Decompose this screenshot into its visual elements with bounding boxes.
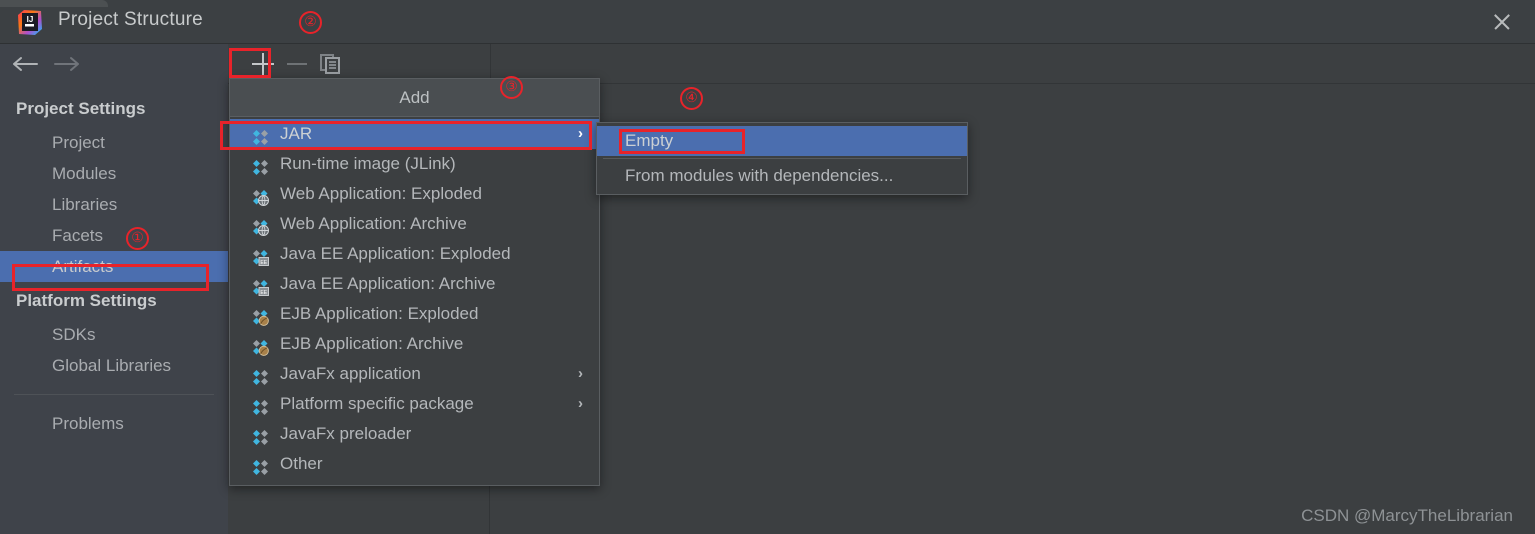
- settings-category-list: Project Settings Project Modules Librari…: [0, 90, 228, 439]
- toolbar-right-filler: [490, 44, 1535, 84]
- artifact-ejb-icon: [252, 336, 269, 356]
- chevron-right-icon: ›: [578, 365, 583, 382]
- submenu-item-empty[interactable]: Empty: [597, 126, 967, 156]
- settings-sidebar: Project Settings Project Modules Librari…: [0, 44, 228, 534]
- menu-item-label: Other: [280, 454, 323, 473]
- menu-item-java-ee-application-exploded[interactable]: EE Java EE Application: Exploded: [230, 239, 599, 269]
- artifact-jar-icon: [252, 396, 269, 415]
- project-structure-dialog: IJ Project Structure Project Settings Pr…: [0, 0, 1535, 534]
- artifact-web-icon: [252, 216, 269, 236]
- sidebar-group-platform-settings: Platform Settings: [16, 291, 157, 310]
- menu-item-web-application-archive[interactable]: Web Application: Archive: [230, 209, 599, 239]
- intellij-idea-logo: IJ: [16, 9, 43, 36]
- menu-item-web-application-exploded[interactable]: Web Application: Exploded: [230, 179, 599, 209]
- menu-item-ejb-application-exploded[interactable]: EJB Application: Exploded: [230, 299, 599, 329]
- minus-icon[interactable]: [284, 52, 310, 76]
- submenu-divider: [603, 158, 961, 159]
- menu-item-label: Run-time image (JLink): [280, 154, 456, 173]
- artifact-jar-icon: [252, 456, 269, 475]
- sidebar-item-project[interactable]: Project: [0, 127, 228, 158]
- artifact-jar-icon: [252, 126, 269, 145]
- menu-item-javafx-preloader[interactable]: JavaFx preloader: [230, 419, 599, 449]
- menu-item-platform-specific-package[interactable]: Platform specific package ›: [230, 389, 599, 419]
- svg-text:EE: EE: [260, 290, 267, 296]
- navigation-row: [0, 44, 228, 84]
- close-icon[interactable]: [1489, 9, 1515, 35]
- menu-item-javafx-application[interactable]: JavaFx application ›: [230, 359, 599, 389]
- artifact-jar-icon: [252, 426, 269, 445]
- add-artifact-menu: Add JAR › Run-time image (JLink) Web App…: [229, 78, 600, 486]
- arrow-right-icon[interactable]: [50, 53, 84, 75]
- menu-item-label: JavaFx preloader: [280, 424, 412, 443]
- menu-item-jar[interactable]: JAR ›: [230, 119, 599, 149]
- svg-text:EE: EE: [260, 260, 267, 266]
- sidebar-item-problems[interactable]: Problems: [0, 408, 228, 439]
- sidebar-item-libraries[interactable]: Libraries: [0, 189, 228, 220]
- add-menu-items: JAR › Run-time image (JLink) Web Applica…: [230, 117, 599, 485]
- artifact-jar-icon: [252, 366, 269, 385]
- svg-text:IJ: IJ: [27, 15, 34, 24]
- sidebar-item-sdks[interactable]: SDKs: [0, 319, 228, 350]
- plus-icon[interactable]: [250, 52, 276, 76]
- menu-item-label: JavaFx application: [280, 364, 421, 383]
- chevron-right-icon: ›: [578, 395, 583, 412]
- jar-submenu: Empty From modules with dependencies...: [596, 122, 968, 195]
- artifact-ejb-icon: [252, 306, 269, 326]
- submenu-item-from-modules-with-dependencies[interactable]: From modules with dependencies...: [597, 161, 967, 191]
- sidebar-group-project-settings: Project Settings: [16, 99, 146, 118]
- menu-item-label: Platform specific package: [280, 394, 474, 413]
- arrow-left-icon[interactable]: [10, 53, 44, 75]
- sidebar-item-modules[interactable]: Modules: [0, 158, 228, 189]
- sidebar-divider: [14, 394, 214, 395]
- copy-icon[interactable]: [318, 52, 344, 76]
- add-menu-title: Add: [230, 79, 599, 117]
- menu-item-ejb-application-archive[interactable]: EJB Application: Archive: [230, 329, 599, 359]
- menu-item-label: Web Application: Exploded: [280, 184, 482, 203]
- sidebar-item-artifacts[interactable]: Artifacts: [0, 251, 228, 282]
- menu-item-label: EJB Application: Exploded: [280, 304, 479, 323]
- window-title: Project Structure: [58, 9, 203, 30]
- artifact-javaee-icon: EE: [252, 246, 269, 266]
- title-bar: IJ Project Structure: [0, 0, 1535, 44]
- sidebar-item-facets[interactable]: Facets: [0, 220, 228, 251]
- menu-item-label: Web Application: Archive: [280, 214, 467, 233]
- sidebar-item-global-libraries[interactable]: Global Libraries: [0, 350, 228, 381]
- artifact-web-icon: [252, 186, 269, 206]
- menu-item-label: EJB Application: Archive: [280, 334, 464, 353]
- menu-item-other[interactable]: Other: [230, 449, 599, 479]
- artifact-jar-icon: [252, 156, 269, 175]
- menu-item-runtime-image-jlink[interactable]: Run-time image (JLink): [230, 149, 599, 179]
- menu-item-label: Java EE Application: Archive: [280, 274, 496, 293]
- menu-item-java-ee-application-archive[interactable]: EE Java EE Application: Archive: [230, 269, 599, 299]
- menu-item-label: Java EE Application: Exploded: [280, 244, 511, 263]
- artifact-javaee-icon: EE: [252, 276, 269, 296]
- menu-item-label: JAR: [280, 124, 313, 143]
- chevron-right-icon: ›: [578, 125, 583, 142]
- window-tab-nub: [0, 0, 108, 7]
- watermark: CSDN @MarcyTheLibrarian: [1301, 506, 1513, 525]
